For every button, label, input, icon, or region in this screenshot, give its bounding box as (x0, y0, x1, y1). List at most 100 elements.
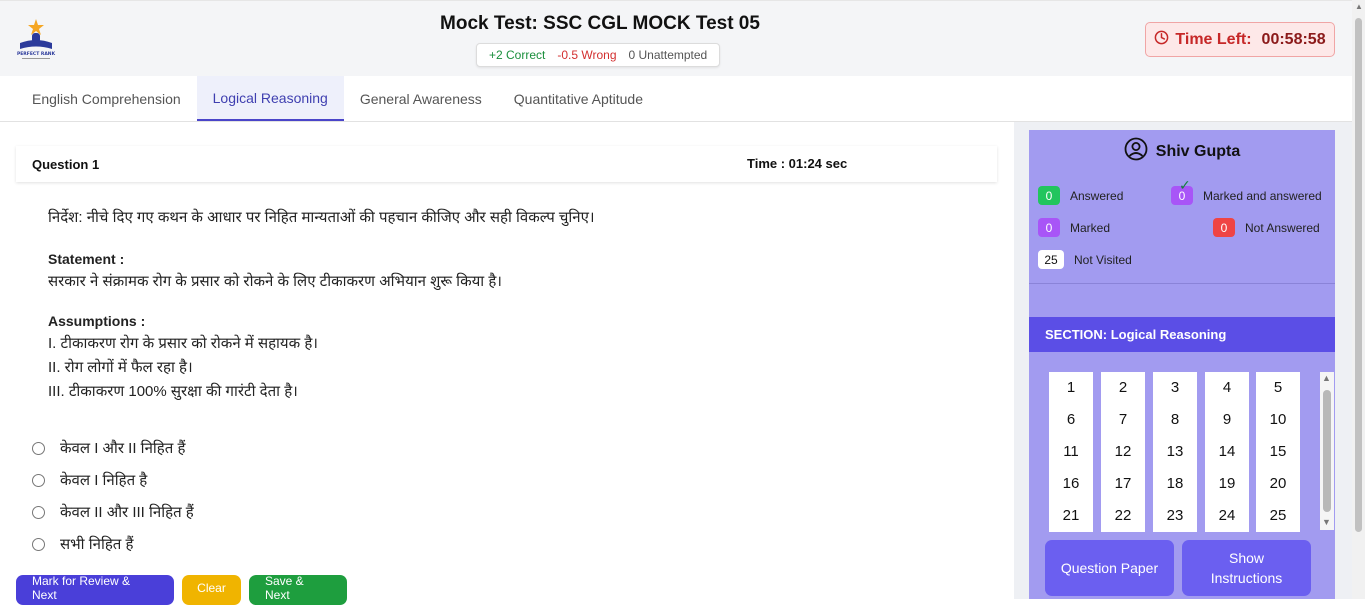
timer-value: 00:58:58 (1261, 30, 1326, 48)
palette-question-button[interactable]: 16 (1049, 475, 1093, 492)
clock-icon (1154, 30, 1169, 50)
not-visited-count: 25 (1038, 250, 1064, 269)
question-paper-button[interactable]: Question Paper (1045, 540, 1174, 596)
question-palette: 1 2 3 4 5 6 7 8 9 10 11 12 13 14 15 16 17 18 19 20 21 22 23 24 2… (1029, 352, 1335, 532)
legend-marked: 0 Marked (1038, 218, 1110, 237)
palette-question-button[interactable]: 22 (1101, 507, 1145, 524)
palette-question-button[interactable]: 7 (1101, 411, 1145, 428)
option-4[interactable]: सभी निहित हैं (32, 528, 632, 560)
not-answered-label: Not Answered (1245, 220, 1320, 235)
radio-button[interactable] (32, 473, 45, 487)
palette-question-button[interactable]: 4 (1205, 379, 1249, 396)
palette-question-button[interactable]: 10 (1256, 411, 1300, 428)
legend-answered: 0 Answered (1038, 186, 1123, 205)
palette-scrollbar[interactable]: ▲ ▼ (1320, 372, 1334, 530)
action-buttons: Mark for Review & Next Clear Save & Next (16, 574, 347, 605)
option-2[interactable]: केवल I निहित है (32, 464, 632, 496)
user-name: Shiv Gupta (1155, 142, 1241, 160)
unattempted-marks: 0 Unattempted (628, 48, 708, 62)
user-icon (1124, 137, 1148, 166)
palette-question-button[interactable]: 21 (1049, 507, 1093, 524)
answered-label: Answered (1070, 188, 1124, 203)
panel-spacer (1029, 284, 1335, 317)
scroll-up-icon[interactable]: ▲ (1322, 373, 1331, 383)
palette-question-button[interactable]: 17 (1101, 475, 1145, 492)
logo-text: PERFECT RANK (17, 51, 56, 57)
header: PERFECT RANK Mock Test: SSC CGL MOCK Tes… (0, 0, 1352, 76)
answered-count: 0 (1038, 186, 1060, 205)
show-instructions-button[interactable]: Show Instructions (1182, 540, 1311, 596)
timer: Time Left: 00:58:58 (1145, 22, 1335, 57)
palette-question-button[interactable]: 12 (1101, 443, 1145, 460)
scroll-up-icon[interactable]: ▲ (1355, 2, 1363, 11)
option-label: सभी निहित हैं (60, 536, 134, 553)
clear-button[interactable]: Clear (182, 575, 241, 605)
option-3[interactable]: केवल II और III निहित हैं (32, 496, 632, 528)
panel-footer: Question Paper Show Instructions (1029, 532, 1335, 599)
assumption-3: III. टीकाकरण 100% सुरक्षा की गारंटी देता… (48, 383, 298, 400)
option-label: केवल I और II निहित हैं (60, 440, 186, 457)
palette-question-button[interactable]: 13 (1153, 443, 1197, 460)
palette-question-button[interactable]: 23 (1153, 507, 1197, 524)
question-number: Question 1 (32, 156, 100, 172)
assumptions-label: Assumptions : (48, 313, 146, 329)
scoring-info: +2 Correct -0.5 Wrong 0 Unattempted (476, 43, 721, 67)
mark-review-next-button[interactable]: Mark for Review & Next (16, 574, 174, 605)
palette-question-button[interactable]: 2 (1101, 379, 1145, 396)
answer-options: केवल I और II निहित हैं केवल I निहित है क… (32, 432, 632, 560)
assumption-2: II. रोग लोगों में फैल रहा है। (48, 359, 193, 376)
marked-answered-label: Marked and answered (1203, 188, 1322, 203)
marked-label: Marked (1070, 220, 1111, 235)
marked-count: 0 (1038, 218, 1060, 237)
legend-not-answered: 0 Not Answered (1213, 218, 1320, 237)
palette-question-button[interactable]: 20 (1256, 475, 1300, 492)
page-scrollbar[interactable]: ▲ (1352, 0, 1365, 599)
palette-question-button[interactable]: 5 (1256, 379, 1300, 396)
tab-english-comprehension[interactable]: English Comprehension (16, 76, 197, 121)
question-time: Time : 01:24 sec (747, 156, 848, 171)
palette-question-button[interactable]: 6 (1049, 411, 1093, 428)
legend-marked-answered: 0 ✓ Marked and answered (1171, 177, 1322, 205)
section-title: SECTION: Logical Reasoning (1029, 317, 1335, 352)
not-visited-label: Not Visited (1074, 252, 1132, 267)
option-1[interactable]: केवल I और II निहित हैं (32, 432, 632, 464)
palette-question-button[interactable]: 15 (1256, 443, 1300, 460)
radio-button[interactable] (32, 505, 45, 519)
palette-question-button[interactable]: 25 (1256, 507, 1300, 524)
palette-question-button[interactable]: 3 (1153, 379, 1197, 396)
palette-question-button[interactable]: 8 (1153, 411, 1197, 428)
marked-answered-count: 0 ✓ (1171, 177, 1193, 205)
page-title: Mock Test: SSC CGL MOCK Test 05 (440, 13, 760, 34)
scroll-thumb[interactable] (1323, 390, 1331, 512)
user-name-row: Shiv Gupta (1029, 137, 1335, 166)
statement-text: सरकार ने संक्रामक रोग के प्रसार को रोकने… (48, 273, 502, 290)
statement-label: Statement : (48, 251, 125, 267)
scroll-thumb[interactable] (1355, 18, 1362, 532)
question-body: निर्देश: नीचे दिए गए कथन के आधार पर निहि… (48, 206, 978, 404)
wrong-marks: -0.5 Wrong (557, 48, 617, 62)
tab-general-awareness[interactable]: General Awareness (344, 76, 498, 121)
timer-label: Time Left: (1175, 30, 1252, 48)
radio-button[interactable] (32, 441, 45, 455)
palette-question-button[interactable]: 9 (1205, 411, 1249, 428)
palette-question-button[interactable]: 11 (1049, 443, 1093, 460)
save-next-button[interactable]: Save & Next (249, 574, 347, 605)
radio-button[interactable] (32, 537, 45, 551)
user-panel: Shiv Gupta 0 Answered 0 ✓ Marked and answ… (1029, 130, 1335, 284)
palette-question-button[interactable]: 1 (1049, 379, 1093, 396)
scroll-down-icon[interactable]: ▼ (1322, 517, 1331, 527)
check-icon: ✓ (1179, 177, 1191, 193)
correct-marks: +2 Correct (489, 48, 546, 62)
palette-question-button[interactable]: 24 (1205, 507, 1249, 524)
palette-question-button[interactable]: 18 (1153, 475, 1197, 492)
tab-quantitative-aptitude[interactable]: Quantitative Aptitude (498, 76, 659, 121)
palette-question-button[interactable]: 14 (1205, 443, 1249, 460)
question-direction: निर्देश: नीचे दिए गए कथन के आधार पर निहि… (48, 209, 595, 226)
assumption-1: I. टीकाकरण रोग के प्रसार को रोकने में सह… (48, 335, 318, 352)
option-label: केवल I निहित है (60, 472, 148, 489)
section-tabs: English Comprehension Logical Reasoning … (0, 76, 1352, 122)
legend-not-visited: 25 Not Visited (1038, 250, 1132, 269)
palette-question-button[interactable]: 19 (1205, 475, 1249, 492)
tab-logical-reasoning[interactable]: Logical Reasoning (196, 76, 344, 121)
option-label: केवल II और III निहित हैं (60, 504, 194, 521)
